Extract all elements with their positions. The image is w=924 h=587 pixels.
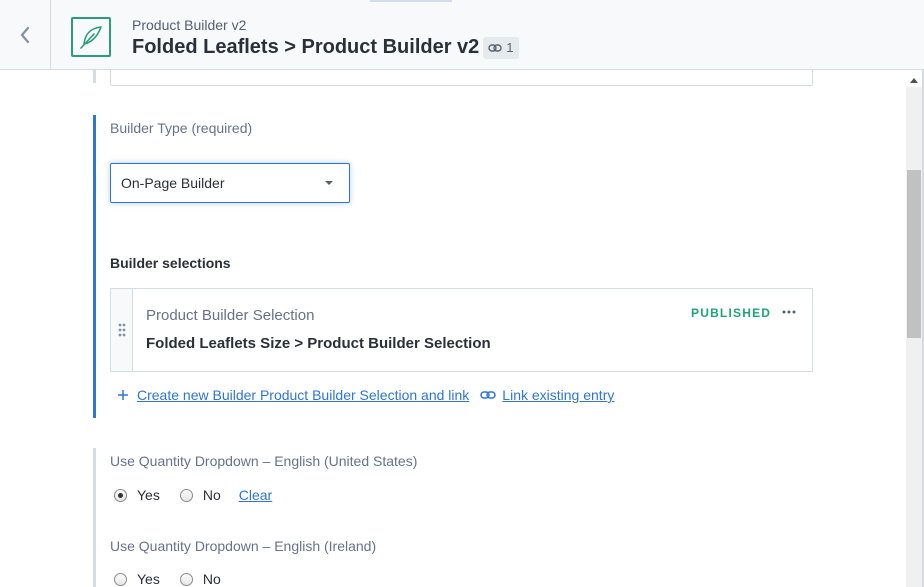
quantity-us-radio-group: Yes No Clear	[114, 487, 272, 503]
reference-actions: Create new Builder Product Builder Selec…	[117, 387, 614, 403]
quantity-us-no-radio[interactable]	[179, 488, 193, 502]
title-row: Folded Leaflets > Product Builder v2 1	[132, 36, 519, 59]
builder-type-select[interactable]: On-Page Builder	[110, 163, 350, 203]
card-content-type: Product Builder Selection	[146, 307, 315, 324]
link-icon	[480, 391, 497, 399]
quantity-ie-radio-group: Yes No	[114, 571, 221, 587]
card-title: Folded Leaflets Size > Product Builder S…	[146, 335, 491, 352]
quantity-us-yes-radio[interactable]	[114, 488, 127, 502]
plus-icon	[118, 390, 128, 400]
drag-handle[interactable]	[111, 289, 133, 371]
header-accent	[370, 0, 452, 2]
field-bar	[93, 448, 96, 587]
entry-content-type: Product Builder v2	[132, 17, 247, 33]
card-actions-button[interactable]	[779, 303, 799, 321]
drag-handle-icon	[118, 323, 125, 337]
scroll-up-button[interactable]	[906, 73, 922, 87]
quantity-ie-label: Use Quantity Dropdown – English (Ireland…	[110, 538, 377, 554]
previous-field-input[interactable]	[110, 70, 813, 86]
references-badge[interactable]: 1	[483, 36, 519, 59]
feather-icon	[71, 17, 111, 57]
create-new-entry-label: Create new Builder Product Builder Selec…	[137, 387, 470, 403]
back-button[interactable]	[0, 0, 51, 70]
builder-type-value: On-Page Builder	[121, 175, 225, 191]
create-new-entry-link[interactable]: Create new Builder Product Builder Selec…	[117, 387, 469, 403]
linked-entry-card[interactable]: Product Builder Selection Folded Leaflet…	[110, 288, 813, 372]
page-title: Folded Leaflets > Product Builder v2	[132, 36, 480, 58]
active-field-indicator	[93, 115, 96, 418]
quantity-ie-no-label: No	[202, 571, 221, 587]
more-icon	[782, 310, 796, 314]
quantity-ie-yes-label: Yes	[137, 571, 160, 587]
link-icon	[488, 43, 502, 52]
quantity-ie-yes-radio[interactable]	[114, 572, 127, 586]
builder-type-label: Builder Type (required)	[110, 120, 253, 136]
quantity-us-no-label: No	[202, 487, 221, 503]
chevron-left-icon	[20, 26, 30, 44]
previous-field-bar	[93, 70, 96, 83]
caret-up-icon	[910, 78, 918, 83]
quantity-us-label: Use Quantity Dropdown – English (United …	[110, 453, 418, 469]
quantity-us-yes-label: Yes	[137, 487, 160, 503]
radio-checked-dot	[118, 492, 123, 498]
dropdown-caret-icon	[325, 181, 333, 185]
scrollbar-thumb[interactable]	[907, 170, 921, 338]
link-existing-entry-label: Link existing entry	[502, 387, 615, 403]
status-badge: PUBLISHED	[691, 306, 772, 320]
references-count: 1	[506, 40, 514, 55]
quantity-ie-no-radio[interactable]	[179, 572, 193, 586]
link-existing-entry-link[interactable]: Link existing entry	[480, 387, 614, 403]
quantity-us-clear-link[interactable]: Clear	[239, 487, 272, 503]
builder-selections-heading: Builder selections	[110, 255, 231, 271]
entry-header: Product Builder v2 Folded Leaflets > Pro…	[0, 0, 924, 70]
